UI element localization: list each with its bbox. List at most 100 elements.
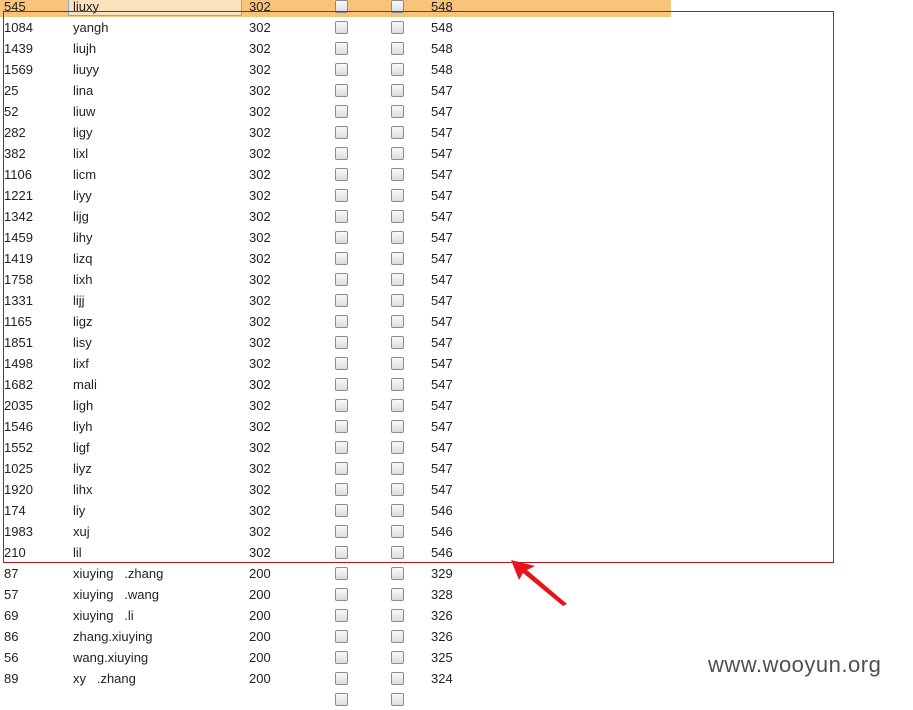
timeout-checkbox[interactable] [391,504,404,517]
timeout-checkbox[interactable] [391,147,404,160]
table-row[interactable]: 2035 ligh 302 547 [0,395,913,416]
error-checkbox[interactable] [335,0,348,13]
table-row[interactable]: 25 lina 302 547 [0,80,913,101]
timeout-checkbox[interactable] [391,525,404,538]
table-row[interactable]: 382 lixl 302 547 [0,143,913,164]
error-checkbox[interactable] [335,189,348,202]
table-row[interactable]: 282 ligy 302 547 [0,122,913,143]
table-row[interactable]: 1569 liuyy 302 548 [0,59,913,80]
timeout-checkbox[interactable] [391,378,404,391]
error-checkbox[interactable] [335,231,348,244]
table-row[interactable]: 87 xiuying .zhang 200 329 [0,563,913,584]
timeout-checkbox[interactable] [391,294,404,307]
timeout-checkbox[interactable] [391,105,404,118]
timeout-checkbox[interactable] [391,399,404,412]
table-row[interactable]: 86 zhang.xiuying 200 326 [0,626,913,647]
timeout-checkbox[interactable] [391,672,404,685]
error-checkbox[interactable] [335,462,348,475]
error-checkbox[interactable] [335,126,348,139]
timeout-checkbox[interactable] [391,609,404,622]
table-row[interactable]: 52 liuw 302 547 [0,101,913,122]
table-row[interactable]: 1851 lisy 302 547 [0,332,913,353]
timeout-checkbox[interactable] [391,126,404,139]
timeout-checkbox[interactable] [391,693,404,706]
error-checkbox[interactable] [335,252,348,265]
error-checkbox[interactable] [335,546,348,559]
table-row[interactable]: 1342 lijg 302 547 [0,206,913,227]
timeout-checkbox[interactable] [391,546,404,559]
table-row[interactable]: 1498 lixf 302 547 [0,353,913,374]
table-row[interactable]: 174 liy 302 546 [0,500,913,521]
table-row[interactable]: 1758 lixh 302 547 [0,269,913,290]
error-checkbox[interactable] [335,294,348,307]
error-checkbox[interactable] [335,399,348,412]
table-row[interactable]: 1439 liujh 302 548 [0,38,913,59]
timeout-checkbox[interactable] [391,42,404,55]
table-row[interactable]: 1546 liyh 302 547 [0,416,913,437]
table-row[interactable]: 1165 ligz 302 547 [0,311,913,332]
table-row[interactable]: 1682 mali 302 547 [0,374,913,395]
error-checkbox[interactable] [335,168,348,181]
error-checkbox[interactable] [335,42,348,55]
timeout-checkbox[interactable] [391,483,404,496]
table-row[interactable]: 210 lil 302 546 [0,542,913,563]
timeout-checkbox[interactable] [391,21,404,34]
table-row[interactable]: 69 xiuying .li 200 326 [0,605,913,626]
error-checkbox[interactable] [335,210,348,223]
timeout-checkbox[interactable] [391,441,404,454]
timeout-checkbox[interactable] [391,0,404,13]
error-checkbox[interactable] [335,378,348,391]
table-row[interactable]: 57 xiuying .wang 200 328 [0,584,913,605]
error-checkbox[interactable] [335,630,348,643]
error-checkbox[interactable] [335,525,348,538]
table-row[interactable]: 1221 liyy 302 547 [0,185,913,206]
table-row[interactable]: 1084 yangh 302 548 [0,17,913,38]
error-checkbox[interactable] [335,84,348,97]
timeout-checkbox[interactable] [391,84,404,97]
timeout-checkbox[interactable] [391,420,404,433]
error-checkbox[interactable] [335,672,348,685]
table-row[interactable]: 1983 xuj 302 546 [0,521,913,542]
timeout-checkbox[interactable] [391,588,404,601]
timeout-checkbox[interactable] [391,273,404,286]
table-row[interactable]: 1419 lizq 302 547 [0,248,913,269]
table-row[interactable]: 1459 lihy 302 547 [0,227,913,248]
error-checkbox[interactable] [335,63,348,76]
error-checkbox[interactable] [335,609,348,622]
table-row[interactable]: 1920 lihx 302 547 [0,479,913,500]
error-checkbox[interactable] [335,315,348,328]
error-checkbox[interactable] [335,567,348,580]
timeout-checkbox[interactable] [391,336,404,349]
table-row[interactable] [0,689,913,710]
error-checkbox[interactable] [335,420,348,433]
table-row[interactable]: 1331 lijj 302 547 [0,290,913,311]
timeout-checkbox[interactable] [391,210,404,223]
table-row[interactable]: 1106 licm 302 547 [0,164,913,185]
timeout-checkbox[interactable] [391,63,404,76]
timeout-checkbox[interactable] [391,462,404,475]
table-row[interactable]: 1552 ligf 302 547 [0,437,913,458]
error-checkbox[interactable] [335,21,348,34]
table-row-selected[interactable]: 545 liuxy 302 548 [0,0,671,17]
timeout-checkbox[interactable] [391,252,404,265]
table-row[interactable]: 1025 liyz 302 547 [0,458,913,479]
error-checkbox[interactable] [335,273,348,286]
timeout-checkbox[interactable] [391,630,404,643]
timeout-checkbox[interactable] [391,357,404,370]
timeout-checkbox[interactable] [391,567,404,580]
error-checkbox[interactable] [335,147,348,160]
error-checkbox[interactable] [335,105,348,118]
error-checkbox[interactable] [335,483,348,496]
timeout-checkbox[interactable] [391,651,404,664]
error-checkbox[interactable] [335,441,348,454]
timeout-checkbox[interactable] [391,231,404,244]
error-checkbox[interactable] [335,357,348,370]
timeout-checkbox[interactable] [391,189,404,202]
timeout-checkbox[interactable] [391,168,404,181]
error-checkbox[interactable] [335,504,348,517]
error-checkbox[interactable] [335,588,348,601]
error-checkbox[interactable] [335,336,348,349]
error-checkbox[interactable] [335,651,348,664]
error-checkbox[interactable] [335,693,348,706]
timeout-checkbox[interactable] [391,315,404,328]
